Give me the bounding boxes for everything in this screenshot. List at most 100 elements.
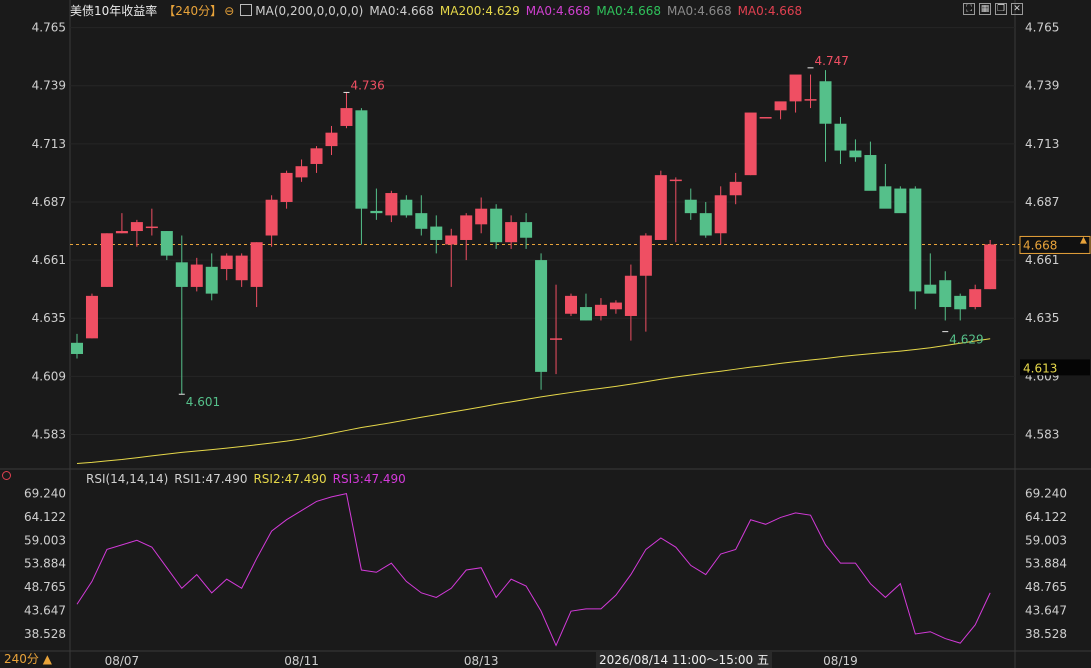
candle-body xyxy=(280,172,293,202)
rsi-tick-left: 64.122 xyxy=(24,510,66,524)
candle-body xyxy=(849,150,862,158)
candle-body xyxy=(789,74,802,102)
candle-body xyxy=(550,338,563,340)
candle-body xyxy=(699,213,712,236)
price-tick-left: 4.609 xyxy=(32,369,66,383)
candle-body xyxy=(310,148,323,164)
fullscreen-icon[interactable]: ⛶ xyxy=(963,3,975,15)
chart-canvas: 4.601 4.736 4.747 4.629 4.765 4.765 4.739 4.73… xyxy=(0,0,1091,668)
candle-body xyxy=(190,264,203,287)
candle-body xyxy=(654,175,667,240)
candle-body xyxy=(894,188,907,214)
triangle-up-icon: ▲ xyxy=(42,652,52,666)
candle-body xyxy=(250,242,263,287)
price-tick-left: 4.635 xyxy=(32,311,66,325)
candles-layer xyxy=(71,70,997,395)
axes-layer: 4.765 4.765 4.739 4.739 4.713 4.713 4.687 4.687… xyxy=(24,21,1091,668)
ma-value-3: MA0:4.668 xyxy=(596,4,661,18)
candle-body xyxy=(819,81,832,124)
ma-value-2: MA0:4.668 xyxy=(525,4,591,18)
candle-body xyxy=(205,266,218,294)
candle-body xyxy=(490,208,503,243)
candle-body xyxy=(325,132,338,147)
price-tick-right: 4.661 xyxy=(1025,253,1059,267)
crosshair-time-stamp: 2026/08/14 11:00～15:00 五 xyxy=(596,652,772,668)
candle-body xyxy=(130,222,143,232)
date-tick: 08/19 xyxy=(823,654,858,668)
candle-body xyxy=(924,284,937,294)
rsi-tick-right: 38.528 xyxy=(1025,627,1067,641)
candle-body xyxy=(220,255,233,270)
annotation-label: 4.747 xyxy=(815,54,849,68)
candle-body xyxy=(175,262,188,287)
date-tick: 08/07 xyxy=(105,654,140,668)
date-tick: 08/13 xyxy=(464,654,499,668)
price-tick-left: 4.739 xyxy=(32,79,66,93)
timeframe-badge[interactable]: 【240分】 xyxy=(163,4,222,18)
candle-body xyxy=(535,260,548,372)
rsi-tick-left: 69.240 xyxy=(24,486,66,500)
last-price-label: 4.668 xyxy=(1023,238,1057,252)
rsi-params[interactable]: RSI(14,14,14) xyxy=(86,472,168,486)
window-icon[interactable]: ❐ xyxy=(995,3,1007,15)
rsi-tick-left: 43.647 xyxy=(24,603,66,617)
toolbar-icons: ⛶ ▦ ❐ ✕ xyxy=(963,3,1023,15)
timeframe-footer[interactable]: 240分 ▲ xyxy=(4,650,52,667)
rsi-line xyxy=(76,493,991,647)
price-tick-right: 4.583 xyxy=(1025,427,1059,441)
price-tick-right: 4.713 xyxy=(1025,137,1059,151)
price-tick-right: 4.765 xyxy=(1025,21,1059,35)
candle-body xyxy=(804,99,817,101)
price-tick-left: 4.765 xyxy=(32,21,66,35)
candle-body xyxy=(834,123,847,151)
close-icon[interactable]: ✕ xyxy=(1011,3,1023,15)
candle-body xyxy=(714,195,727,234)
grid-icon[interactable]: ▦ xyxy=(979,3,991,15)
candle-body xyxy=(774,101,787,111)
rsi3-value: RSI3:47.490 xyxy=(332,472,406,486)
candle-body xyxy=(639,235,652,276)
crosshair-origin-icon[interactable] xyxy=(2,471,11,480)
annotation-label: 4.601 xyxy=(186,395,220,409)
candle-body xyxy=(864,155,877,191)
rsi-tick-left: 59.003 xyxy=(24,533,66,547)
candle-body xyxy=(759,117,772,119)
rsi-tick-right: 48.765 xyxy=(1025,580,1067,594)
candle-body xyxy=(235,255,248,281)
ma-value-5: MA0:4.668 xyxy=(737,4,803,18)
candle-body xyxy=(939,280,952,308)
candle-body xyxy=(984,244,997,290)
candle-body xyxy=(954,295,967,310)
candle-body xyxy=(729,181,742,196)
candle-body xyxy=(684,199,697,214)
ma-value-0: MA0:4.668 xyxy=(369,4,434,18)
price-tick-left: 4.713 xyxy=(32,137,66,151)
candle-body xyxy=(385,193,398,216)
rsi-tick-left: 48.765 xyxy=(24,580,66,594)
timeframe-footer-text: 240分 xyxy=(4,652,39,666)
candle-body xyxy=(565,295,578,314)
price-tick-right: 4.635 xyxy=(1025,311,1059,325)
candle-body xyxy=(460,215,473,240)
chart-header: 美债10年收益率 【240分】 ⊖ MA(0,200,0,0,0,0) MA0:4.66… xyxy=(70,2,814,18)
last-price-arrow: ▲ xyxy=(1080,235,1087,245)
indicator-settings-icon[interactable] xyxy=(240,4,253,16)
symbol-title[interactable]: 美债10年收益率 xyxy=(70,4,157,18)
price-tick-left: 4.583 xyxy=(32,427,66,441)
candle-body xyxy=(400,199,413,216)
candle-body xyxy=(295,166,308,178)
zoom-icon[interactable]: ⊖ xyxy=(224,4,234,18)
annotation-label: 4.736 xyxy=(350,78,384,92)
candle-body xyxy=(355,110,368,209)
ma-values: MA0:4.668 MA200:4.629 MA0:4.668 MA0:4.668 MA… xyxy=(369,4,808,18)
price-tick-right: 4.687 xyxy=(1025,195,1059,209)
ma-value-1: MA200:4.629 xyxy=(439,4,520,18)
rsi-tick-right: 59.003 xyxy=(1025,533,1067,547)
candle-body xyxy=(265,199,278,236)
candle-body xyxy=(624,275,637,316)
ma200-last-label: 4.613 xyxy=(1023,361,1057,375)
candle-body xyxy=(71,342,83,354)
ma-params[interactable]: MA(0,200,0,0,0,0) xyxy=(255,4,363,18)
candle-body xyxy=(145,226,158,229)
rsi-tick-left: 38.528 xyxy=(24,627,66,641)
